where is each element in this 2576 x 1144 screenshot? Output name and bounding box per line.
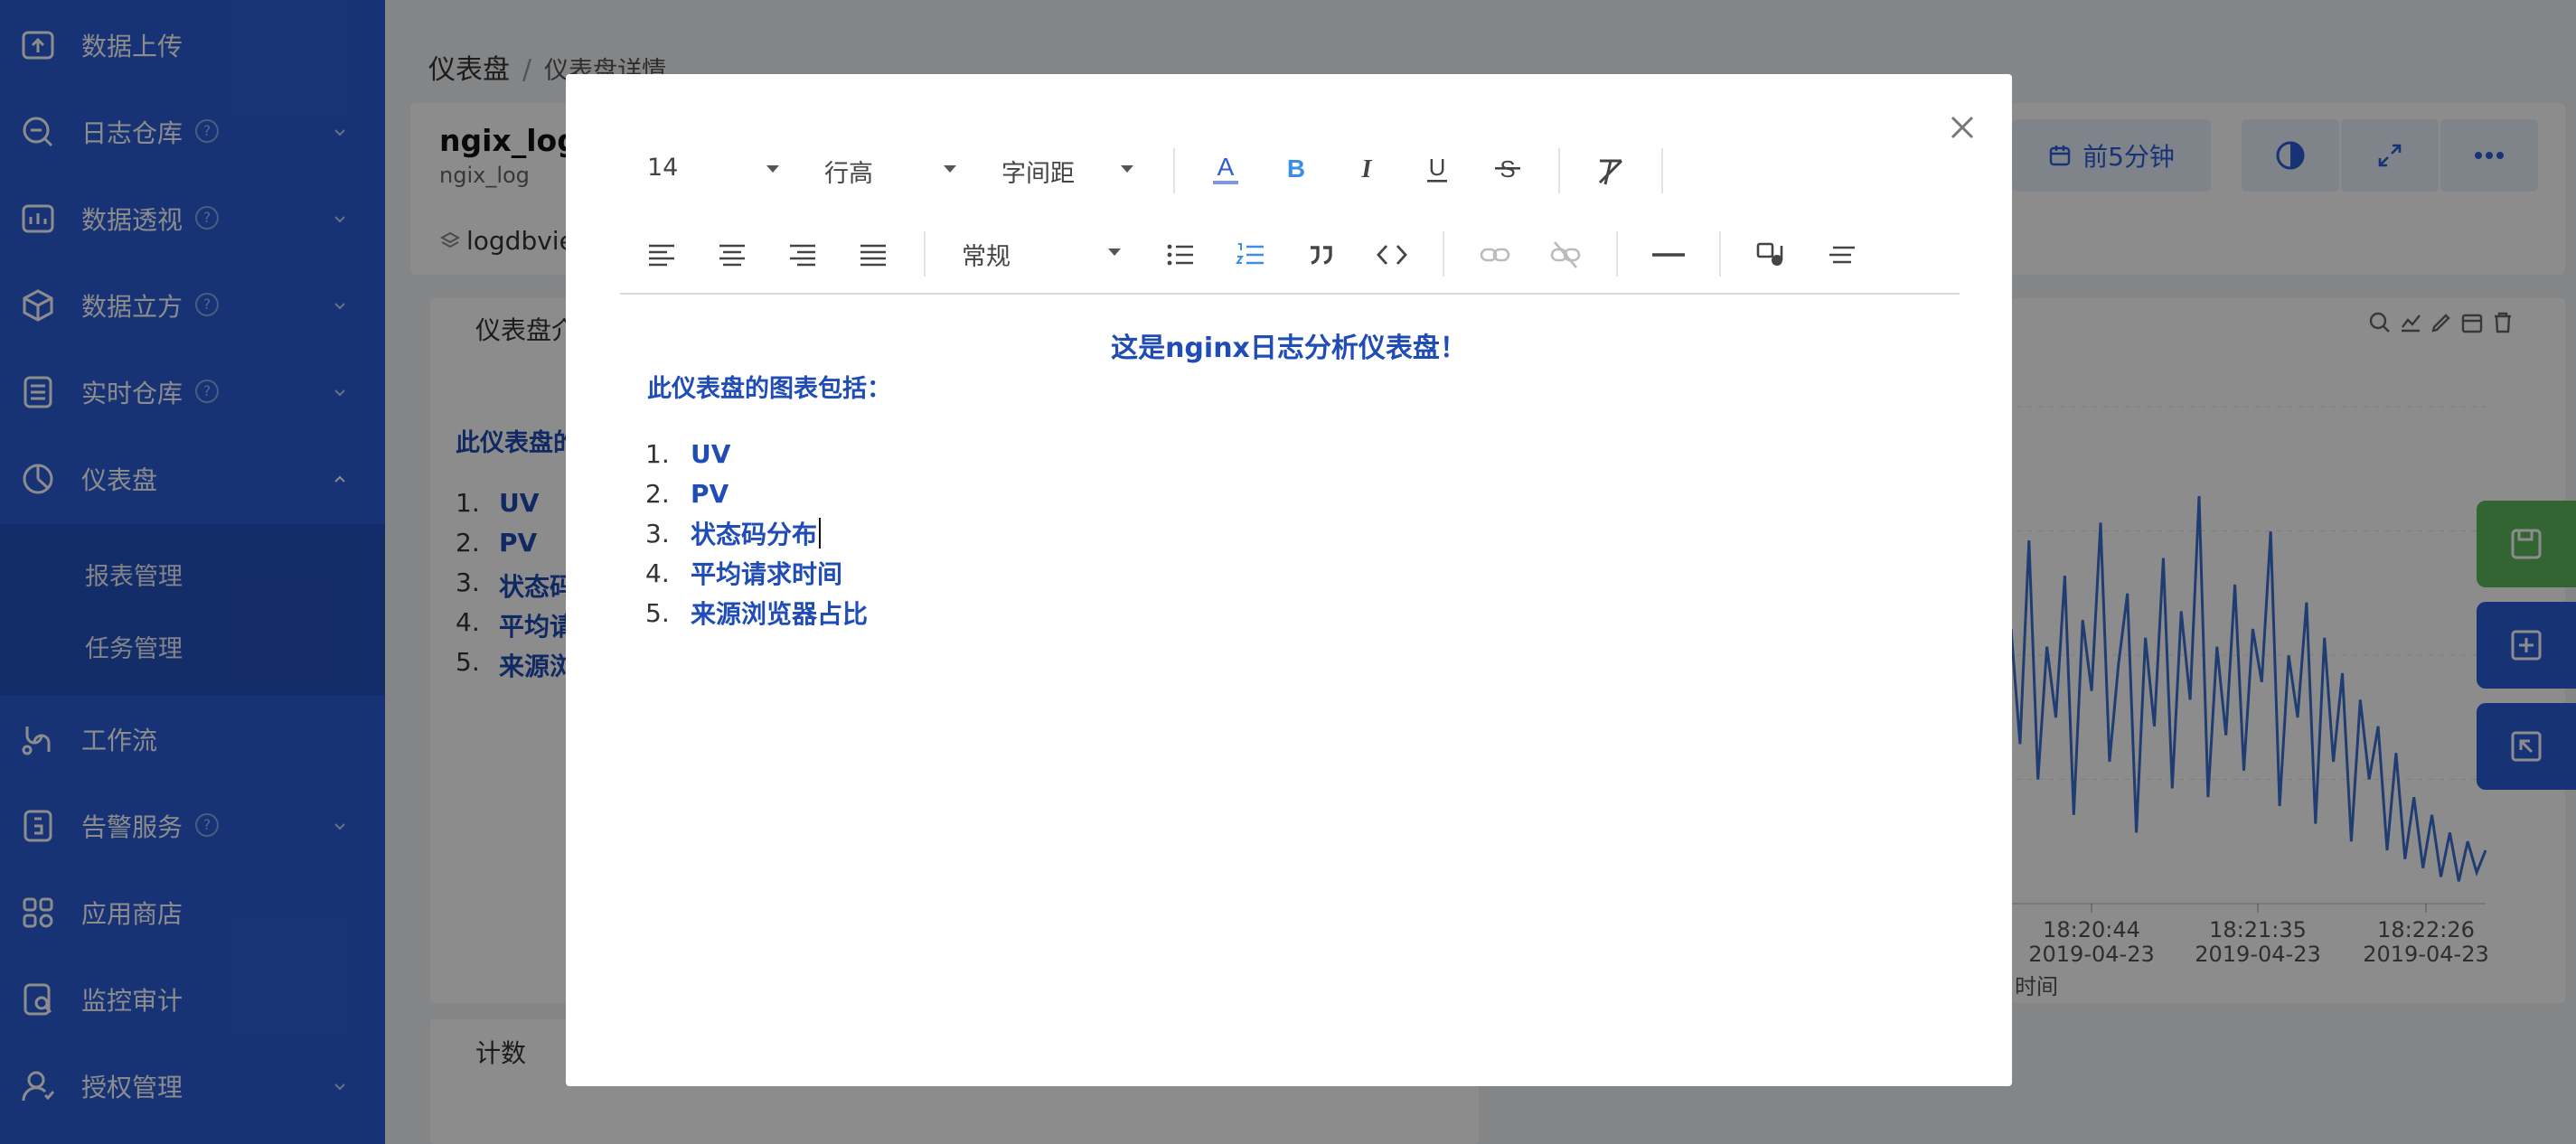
- list-item[interactable]: 1. UV: [645, 434, 868, 474]
- align-justify-icon[interactable]: [855, 237, 891, 273]
- ordered-list-icon[interactable]: [1233, 237, 1269, 273]
- font-size-caret-icon[interactable]: [766, 165, 779, 173]
- letter-spacing-caret-icon[interactable]: [1121, 165, 1133, 173]
- block-type-select[interactable]: 常规: [962, 237, 1011, 272]
- list-item[interactable]: 5. 来源浏览器占比: [645, 593, 868, 633]
- horizontal-rule-icon[interactable]: [1650, 237, 1687, 273]
- toolbar-divider: [924, 231, 926, 277]
- align-left-icon[interactable]: [644, 237, 680, 273]
- font-size-select[interactable]: 14: [647, 154, 678, 182]
- underline-icon[interactable]: U: [1419, 150, 1455, 186]
- clear-format-icon[interactable]: [1593, 154, 1629, 190]
- editor-title[interactable]: 这是nginx日志分析仪表盘！: [566, 325, 2012, 365]
- close-icon[interactable]: [1947, 112, 1978, 143]
- svg-text:B: B: [1287, 155, 1305, 183]
- editor-intro[interactable]: 此仪表盘的图表包括：: [647, 369, 891, 404]
- svg-text:U: U: [1429, 154, 1446, 181]
- toolbar-bottom-border: [620, 293, 1960, 295]
- letter-spacing-select[interactable]: 字间距: [1001, 154, 1075, 189]
- align-right-icon[interactable]: [785, 237, 821, 273]
- blockquote-icon[interactable]: [1303, 237, 1340, 273]
- italic-icon[interactable]: I: [1349, 150, 1385, 186]
- toolbar-divider: [1173, 148, 1175, 193]
- text-color-icon[interactable]: A: [1208, 150, 1244, 186]
- list-item[interactable]: 2. PV: [645, 474, 868, 513]
- strikethrough-icon[interactable]: S: [1490, 150, 1526, 186]
- unlink-icon[interactable]: [1547, 237, 1584, 273]
- link-icon[interactable]: [1477, 237, 1513, 273]
- toolbar-divider: [1616, 231, 1618, 277]
- media-icon[interactable]: [1753, 237, 1790, 273]
- toolbar-divider: [1719, 231, 1721, 277]
- block-type-caret-icon[interactable]: [1108, 248, 1121, 256]
- code-icon[interactable]: [1374, 237, 1410, 273]
- toolbar-divider: [1558, 148, 1560, 193]
- editor-ordered-list[interactable]: 1. UV 2. PV 3. 状态码分布 4. 平均请求时间 5. 来源浏览器占比: [645, 434, 868, 633]
- list-item[interactable]: 4. 平均请求时间: [645, 553, 868, 593]
- line-height-caret-icon[interactable]: [944, 165, 956, 173]
- svg-text:I: I: [1361, 155, 1373, 183]
- clear-content-icon[interactable]: [1824, 237, 1860, 273]
- bullet-list-icon[interactable]: [1162, 237, 1199, 273]
- align-center-icon[interactable]: [714, 237, 750, 273]
- svg-text:A: A: [1217, 153, 1235, 181]
- text-cursor: [819, 518, 822, 549]
- toolbar-divider: [1443, 231, 1444, 277]
- line-height-select[interactable]: 行高: [824, 154, 873, 189]
- bold-icon[interactable]: B: [1278, 150, 1314, 186]
- list-item[interactable]: 3. 状态码分布: [645, 513, 868, 553]
- toolbar-divider: [1661, 148, 1663, 193]
